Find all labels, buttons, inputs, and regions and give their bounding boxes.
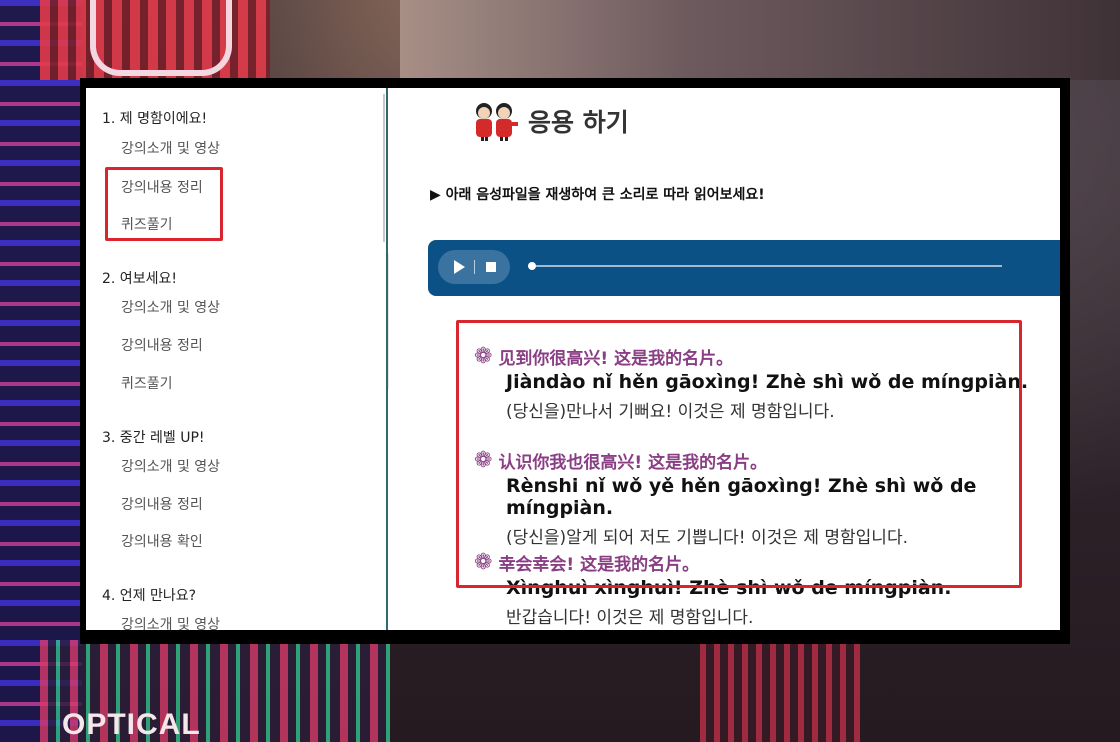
player-controls	[438, 250, 510, 284]
section-header: 응용 하기	[470, 100, 629, 142]
section-title: 응용 하기	[528, 108, 629, 137]
characters-icon	[470, 100, 520, 142]
chapter-1-item-intro[interactable]: 강의소개 및 영상	[121, 138, 220, 158]
seek-bar[interactable]	[532, 265, 1002, 267]
optical-sign-text: OPTICAL	[62, 708, 201, 741]
instruction-text: ▶ 아래 음성파일을 재생하여 큰 소리로 따라 읽어보세요!	[430, 187, 765, 203]
chapter-4-title[interactable]: 4. 언제 만나요?	[102, 585, 196, 605]
lesson-content: 응용 하기 ▶ 아래 음성파일을 재생하여 큰 소리로 따라 읽어보세요! ❁ 见…	[388, 88, 1060, 630]
lesson-sidebar: 1. 제 명함이에요! 강의소개 및 영상 강의내용 정리 퀴즈풀기 2. 여보…	[86, 88, 389, 630]
neon-sign-outline	[90, 0, 232, 76]
chapter-1-title[interactable]: 1. 제 명함이에요!	[102, 108, 207, 128]
control-separator	[474, 260, 475, 274]
phrase-korean: 반갑습니다! 이것은 제 명함입니다.	[506, 608, 754, 628]
chapter-3-item-summary[interactable]: 강의내용 정리	[121, 494, 203, 514]
chapter-2-item-summary[interactable]: 강의내용 정리	[121, 335, 203, 355]
neon-lights-right	[700, 640, 860, 742]
play-icon[interactable]	[454, 260, 465, 274]
highlight-box-phrases	[456, 320, 1022, 588]
audio-player	[428, 240, 1060, 296]
sidebar-scrollbar[interactable]	[383, 94, 385, 242]
chapter-2-title[interactable]: 2. 여보세요!	[102, 268, 177, 288]
seek-handle[interactable]	[528, 262, 536, 270]
highlight-box-sidebar	[105, 167, 223, 241]
chapter-2-item-intro[interactable]: 강의소개 및 영상	[121, 297, 220, 317]
chapter-3-item-intro[interactable]: 강의소개 및 영상	[121, 456, 220, 476]
chapter-4-item-intro[interactable]: 강의소개 및 영상	[121, 614, 220, 630]
neon-lights-left	[0, 0, 82, 742]
chapter-3-title[interactable]: 3. 중간 레벨 UP!	[102, 427, 205, 447]
stop-icon[interactable]	[486, 262, 496, 272]
background-wall	[400, 0, 1120, 80]
lesson-screen: 1. 제 명함이에요! 강의소개 및 영상 강의내용 정리 퀴즈풀기 2. 여보…	[86, 88, 1060, 630]
chapter-3-item-check[interactable]: 강의내용 확인	[121, 531, 203, 551]
chapter-2-item-quiz[interactable]: 퀴즈풀기	[121, 373, 173, 393]
